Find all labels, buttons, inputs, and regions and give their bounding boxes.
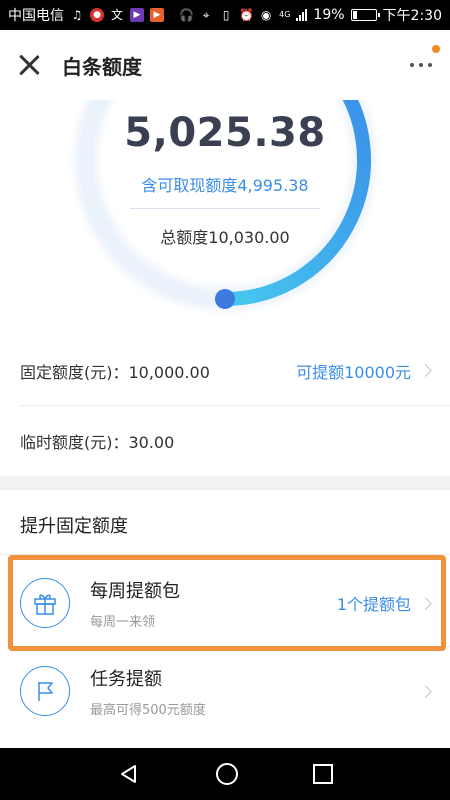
weekly-raise-count-label: 1个提额包	[336, 595, 411, 614]
chevron-right-icon	[419, 596, 432, 610]
task-raise-title: 任务提额	[90, 668, 162, 690]
header: 白条额度	[0, 30, 450, 100]
raise-limit-section: 提升固定额度 每周提额包 每周一来领 1个提额包 任务提额 最高可得500元额度	[0, 490, 450, 748]
chevron-right-icon	[419, 364, 432, 377]
back-icon[interactable]	[117, 762, 141, 786]
temp-limit-label: 临时额度(元)：30.00	[20, 433, 175, 452]
weekly-raise-item[interactable]: 每周提额包 每周一来领 1个提额包	[0, 562, 450, 644]
system-nav-bar	[0, 748, 450, 800]
item-divider	[90, 646, 450, 647]
play-app-icon: ▶	[150, 8, 164, 22]
battery-fill	[352, 11, 357, 19]
notification-dot	[432, 45, 440, 53]
gauge-knob	[215, 289, 235, 309]
weekly-raise-title: 每周提额包	[90, 580, 180, 602]
location-icon: ⌖	[202, 8, 210, 22]
task-raise-arrow[interactable]	[411, 684, 432, 698]
chevron-right-icon	[419, 684, 432, 698]
fixed-limit-label: 固定额度(元)：10,000.00	[20, 362, 210, 382]
signal-icon	[296, 9, 308, 21]
more-options-button[interactable]	[408, 45, 440, 73]
weekly-raise-text: 每周提额包 每周一来领	[90, 577, 180, 630]
flag-icon	[20, 666, 70, 716]
video-app-icon: ▶	[130, 8, 144, 22]
section-title: 提升固定额度	[20, 516, 128, 537]
recent-apps-icon[interactable]	[312, 764, 333, 784]
available-amount: 5,025.38	[124, 110, 326, 156]
more-dot-1	[410, 63, 414, 67]
fixed-limit-row[interactable]: 固定额度(元)：10,000.00 可提额10000元	[20, 336, 450, 406]
status-left: 中国电信 ♫ ● 文 ▶ ▶	[8, 5, 164, 25]
raise-limit-link[interactable]: 可提额10000元	[296, 359, 411, 383]
music-icon: ♫	[71, 8, 83, 22]
section-divider	[0, 554, 450, 555]
wenku-icon: 文	[110, 8, 123, 22]
more-dot-3	[428, 63, 432, 67]
eye-icon: ◉	[260, 8, 272, 22]
task-raise-item[interactable]: 任务提额 最高可得500元额度	[0, 650, 450, 732]
gauge-divider	[130, 208, 320, 209]
battery-icon	[350, 9, 380, 21]
credit-gauge: 5,025.38 含可取现额度4,995.38 总额度10,030.00	[0, 100, 450, 336]
gift-icon	[20, 578, 70, 628]
battery-percent: 19%	[313, 7, 345, 23]
network-type: 4G	[279, 10, 291, 19]
more-dot-2	[419, 63, 423, 67]
close-button[interactable]	[16, 52, 42, 78]
total-limit: 总额度10,030.00	[160, 228, 290, 247]
temp-limit-row: 临时额度(元)：30.00	[20, 406, 450, 476]
status-right: 🎧 ⌖ ▯ ⏰ ◉ 4G 19% 下午2:30	[179, 5, 442, 25]
limit-details: 固定额度(元)：10,000.00 可提额10000元 临时额度(元)：30.0…	[0, 336, 450, 476]
alarm-icon: ⏰	[239, 8, 255, 22]
cash-available-amount: 含可取现额度4,995.38	[141, 176, 309, 195]
weekly-raise-count[interactable]: 1个提额包	[336, 591, 432, 615]
nfc-icon: ▯	[222, 8, 230, 22]
headphones-icon: 🎧	[179, 8, 195, 22]
app-notification-icon: ●	[90, 8, 104, 22]
status-bar: 中国电信 ♫ ● 文 ▶ ▶ 🎧 ⌖ ▯ ⏰ ◉ 4G 19% 下午2:30	[0, 0, 450, 30]
task-raise-subtitle: 最高可得500元额度	[90, 702, 206, 718]
clock: 下午2:30	[382, 8, 442, 24]
home-icon[interactable]	[215, 763, 238, 785]
task-raise-text: 任务提额 最高可得500元额度	[90, 665, 206, 718]
page-title: 白条额度	[62, 54, 142, 79]
carrier-name: 中国电信	[8, 8, 64, 24]
weekly-raise-subtitle: 每周一来领	[90, 614, 156, 630]
